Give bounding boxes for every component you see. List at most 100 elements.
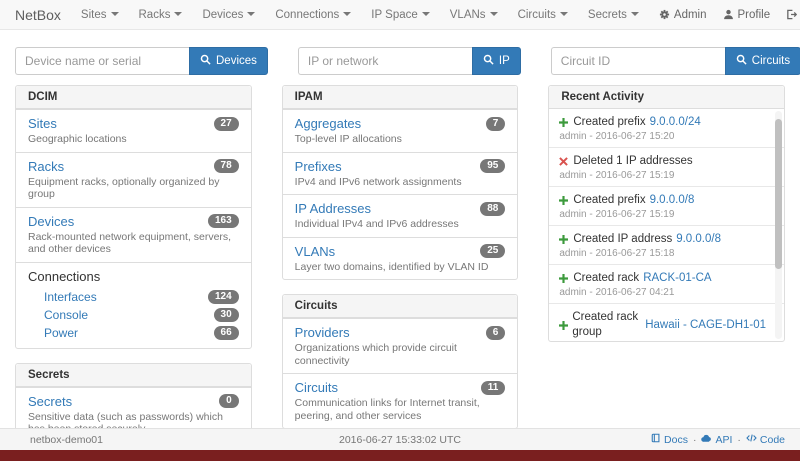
- interfaces-link[interactable]: Interfaces: [44, 290, 208, 304]
- nav-item-secrets[interactable]: Secrets: [588, 9, 639, 21]
- circuit-search-button[interactable]: Circuits: [725, 47, 800, 75]
- column-dcim: DCIM Sites 27 Geographic locations Racks…: [15, 85, 252, 457]
- ip-addresses-link[interactable]: IP Addresses: [295, 201, 481, 216]
- activity-action: Created prefix: [573, 115, 645, 130]
- activity-action: Created rack: [573, 271, 639, 286]
- book-icon: [651, 433, 661, 446]
- activity-object-link[interactable]: 9.0.0.0/24: [650, 115, 701, 130]
- circuits-link[interactable]: Circuits: [295, 380, 481, 395]
- devices-link[interactable]: Devices: [28, 214, 208, 229]
- devices-count-badge: 163: [208, 214, 239, 228]
- nav-item-connections[interactable]: Connections: [275, 9, 351, 21]
- activity-row: Created prefix 9.0.0.0/24 admin - 2016-0…: [549, 109, 784, 147]
- search-bar: Devices IP Circuits: [0, 30, 800, 75]
- activity-meta: admin - 2016-06-27 15:18: [559, 248, 766, 260]
- navbar-right: Admin Profile Log out: [659, 9, 800, 21]
- activity-row: Deleted 1 IP addresses admin - 2016-06-2…: [549, 147, 784, 186]
- panel-ipam-title: IPAM: [283, 86, 518, 109]
- activity-object-link[interactable]: Hawaii - CAGE-DH1-01: [645, 318, 766, 333]
- server-time-label: 2016-06-27 15:33:02 UTC: [339, 434, 461, 446]
- activity-action: Created prefix: [573, 193, 645, 208]
- vlans-description: Layer two domains, identified by VLAN ID: [295, 261, 506, 274]
- search-icon: [736, 54, 747, 68]
- logout-icon: [786, 9, 797, 20]
- activity-action: Deleted 1 IP addresses: [573, 154, 692, 169]
- console-count-badge: 30: [214, 308, 239, 322]
- sites-description: Geographic locations: [28, 133, 239, 146]
- circuit-search-group: Circuits: [551, 47, 800, 75]
- nav-item-sites[interactable]: Sites: [81, 9, 119, 21]
- api-link[interactable]: API: [701, 433, 732, 446]
- panel-circuits-title: Circuits: [283, 295, 518, 318]
- device-search-input[interactable]: [15, 47, 189, 75]
- connections-title: Connections: [28, 269, 239, 284]
- search-icon: [200, 54, 211, 68]
- list-item-sites: Sites 27 Geographic locations: [16, 109, 251, 152]
- chevron-down-icon: [247, 12, 255, 16]
- scrollbar-thumb[interactable]: [775, 119, 782, 269]
- ip-search-input[interactable]: [298, 47, 472, 75]
- code-icon: [746, 433, 757, 446]
- sites-link[interactable]: Sites: [28, 116, 214, 131]
- chevron-down-icon: [422, 12, 430, 16]
- nav-item-ip-space[interactable]: IP Space: [371, 9, 429, 21]
- activity-row: Created rack RACK-01-CA admin - 2016-06-…: [549, 264, 784, 303]
- profile-link[interactable]: Profile: [723, 9, 771, 21]
- admin-link[interactable]: Admin: [659, 9, 707, 21]
- racks-link[interactable]: Racks: [28, 159, 214, 174]
- activity-action: Created rack group: [572, 310, 641, 340]
- panel-circuits: Circuits Providers 6 Organizations which…: [282, 294, 519, 429]
- panel-recent-activity: Recent Activity Created prefix 9.0.0.0/2…: [548, 85, 785, 342]
- nav-item-racks[interactable]: Racks: [139, 9, 183, 21]
- column-ipam: IPAM Aggregates 7 Top-level IP allocatio…: [282, 85, 519, 443]
- power-link[interactable]: Power: [44, 326, 214, 340]
- aggregates-link[interactable]: Aggregates: [295, 116, 486, 131]
- search-icon: [483, 54, 494, 68]
- activity-object-link[interactable]: RACK-01-CA: [643, 271, 711, 286]
- racks-description: Equipment racks, optionally organized by…: [28, 176, 239, 201]
- activity-object-link[interactable]: 9.0.0.0/8: [676, 232, 721, 247]
- console-link[interactable]: Console: [44, 308, 214, 322]
- footer-separator: ·: [737, 434, 741, 446]
- activity-row: Created rack group Hawaii - CAGE-DH1-01 …: [549, 303, 784, 341]
- list-item-circuits: Circuits 11 Communication links for Inte…: [283, 373, 518, 428]
- secrets-link[interactable]: Secrets: [28, 394, 219, 409]
- device-search-group: Devices: [15, 47, 268, 75]
- list-item-ip-addresses: IP Addresses 88 Individual IPv4 and IPv6…: [283, 194, 518, 237]
- list-item-vlans: VLANs 25 Layer two domains, identified b…: [283, 237, 518, 280]
- nav-item-devices[interactable]: Devices: [202, 9, 255, 21]
- code-link[interactable]: Code: [746, 433, 785, 446]
- hostname-label: netbox-demo01: [15, 434, 103, 446]
- docs-link[interactable]: Docs: [651, 433, 688, 446]
- secrets-count-badge: 0: [219, 394, 239, 408]
- list-item-connections: Connections Interfaces 124 Console 30 Po…: [16, 262, 251, 348]
- nav-item-circuits[interactable]: Circuits: [518, 9, 568, 21]
- panel-secrets-title: Secrets: [16, 364, 251, 387]
- device-search-button[interactable]: Devices: [189, 47, 268, 75]
- chevron-down-icon: [174, 12, 182, 16]
- aggregates-count-badge: 7: [486, 117, 506, 131]
- providers-link[interactable]: Providers: [295, 325, 486, 340]
- ip-search-button[interactable]: IP: [472, 47, 521, 75]
- nav-item-vlans[interactable]: VLANs: [450, 9, 498, 21]
- connections-interfaces-row: Interfaces 124: [28, 288, 239, 306]
- chevron-down-icon: [560, 12, 568, 16]
- cloud-icon: [701, 433, 712, 446]
- logout-link[interactable]: Log out: [786, 9, 800, 21]
- circuits-count-badge: 11: [481, 381, 506, 395]
- gear-icon: [659, 9, 670, 20]
- connections-power-row: Power 66: [28, 324, 239, 342]
- chevron-down-icon: [631, 12, 639, 16]
- vlans-link[interactable]: VLANs: [295, 244, 481, 259]
- prefixes-link[interactable]: Prefixes: [295, 159, 481, 174]
- list-item-devices: Devices 163 Rack-mounted network equipme…: [16, 207, 251, 262]
- activity-object-link[interactable]: 9.0.0.0/8: [650, 193, 695, 208]
- plus-icon: [559, 274, 569, 283]
- list-item-prefixes: Prefixes 95 IPv4 and IPv6 network assign…: [283, 152, 518, 195]
- prefixes-description: IPv4 and IPv6 network assignments: [295, 176, 506, 189]
- activity-row: Created IP address 9.0.0.0/8 admin - 201…: [549, 225, 784, 264]
- brand-logo[interactable]: NetBox: [15, 7, 61, 23]
- ip-addresses-description: Individual IPv4 and IPv6 addresses: [295, 218, 506, 231]
- x-icon: [559, 157, 569, 166]
- circuit-search-input[interactable]: [551, 47, 725, 75]
